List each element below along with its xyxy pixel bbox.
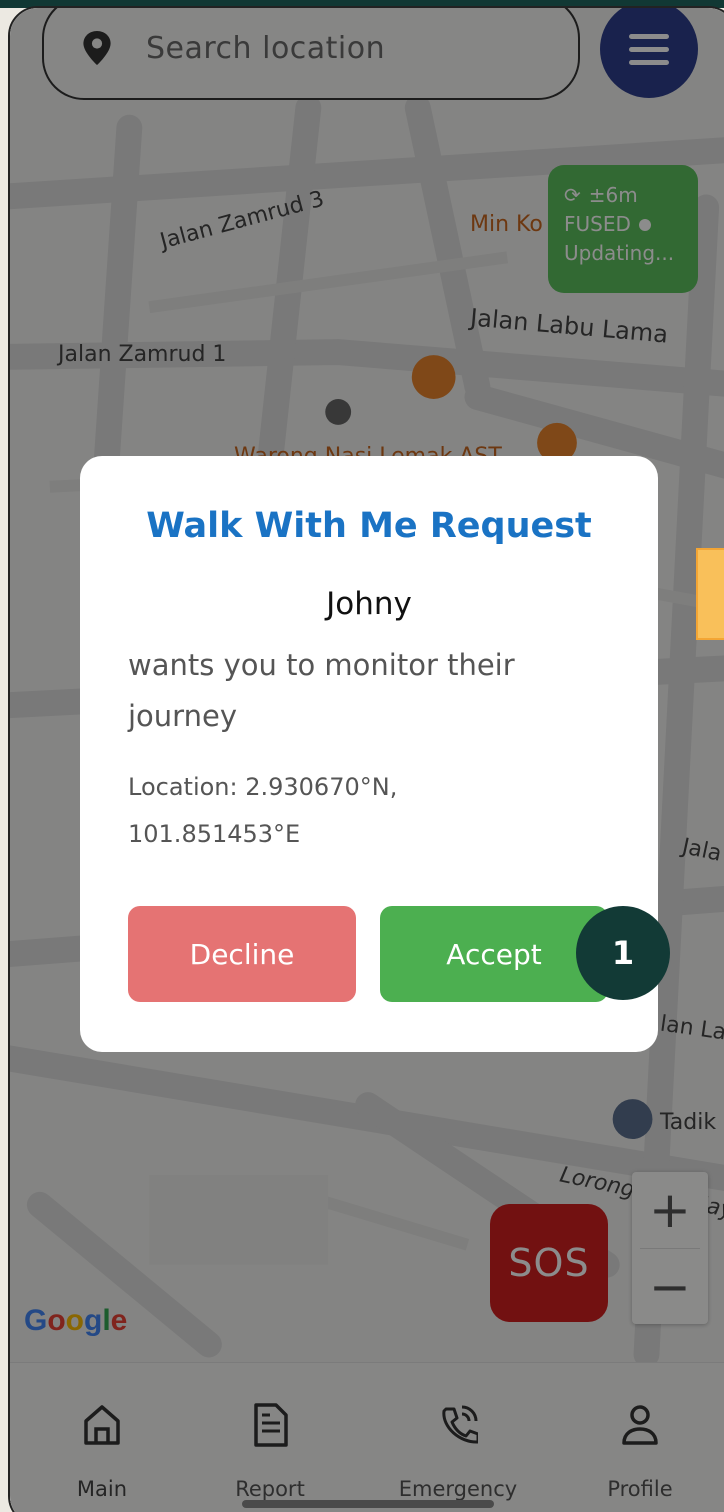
step-badge: 1 — [576, 906, 670, 1000]
tooltip-marker — [696, 548, 724, 640]
accept-button[interactable]: Accept — [380, 906, 608, 1002]
decline-button[interactable]: Decline — [128, 906, 356, 1002]
dialog-title: Walk With Me Request — [146, 506, 592, 546]
requester-name: Johny — [326, 586, 412, 622]
location-line: 101.851453°E — [128, 820, 301, 848]
request-location: Location: 2.930670°N, 101.851453°E — [128, 764, 610, 858]
phone-frame: Jalan Zamrud 3 Jalan Zamrud 1 Jalan Labu… — [8, 6, 724, 1512]
walk-request-dialog: Walk With Me Request Johny wants you to … — [80, 456, 658, 1052]
location-line: Location: 2.930670°N, — [128, 773, 398, 801]
request-message: wants you to monitor their journey — [128, 648, 515, 733]
dialog-actions: Decline Accept — [128, 906, 608, 1002]
